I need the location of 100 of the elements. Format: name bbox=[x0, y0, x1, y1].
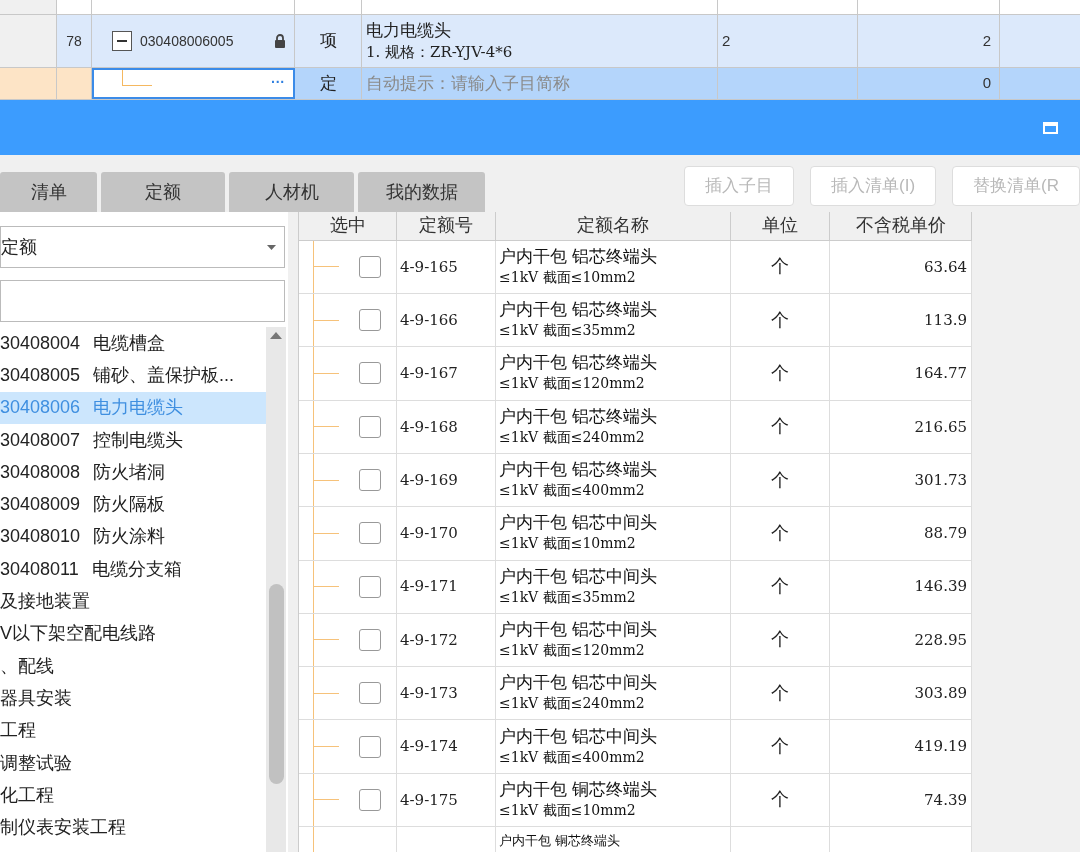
select-checkbox[interactable] bbox=[359, 415, 381, 438]
item-spec: 1. 规格：ZR-YJV-4*6 bbox=[366, 42, 514, 62]
tree-item[interactable]: 30408008 防火堵洞 bbox=[0, 456, 266, 489]
tree-item-code: 30408006 bbox=[0, 396, 81, 420]
select-checkbox[interactable] bbox=[359, 362, 381, 385]
quota-name: 户内干包 铝芯中间头 bbox=[499, 513, 658, 534]
unit-label: 个 bbox=[771, 681, 789, 705]
quota-name: 户内干包 铝芯终端头 bbox=[499, 246, 658, 267]
total-value: 0 bbox=[982, 73, 991, 94]
quota-code: 4-9-166 bbox=[400, 309, 458, 331]
type-label: 定 bbox=[319, 72, 337, 95]
unit-label: 个 bbox=[771, 735, 789, 759]
quota-code: 4-9-175 bbox=[400, 789, 458, 811]
price-value: 419.19 bbox=[914, 736, 967, 758]
select-checkbox[interactable] bbox=[359, 309, 381, 332]
price-value: 63.64 bbox=[924, 256, 967, 278]
price-value: 301.73 bbox=[914, 469, 967, 491]
tree-item[interactable]: 30408005 铺砂、盖保护板... bbox=[0, 359, 266, 392]
select-checkbox[interactable] bbox=[359, 682, 381, 705]
tree-item[interactable]: 器具安装 bbox=[0, 682, 266, 715]
tree-item[interactable]: 30408009 防火隔板 bbox=[0, 488, 266, 521]
quota-spec: ≤1kV 截面≤35mm2 bbox=[499, 321, 637, 341]
tree-item-code: 30408007 bbox=[0, 428, 81, 452]
tree-item[interactable]: 制仪表安装工程 bbox=[0, 811, 266, 844]
tab[interactable]: 定额 bbox=[101, 172, 225, 212]
tree-item-name: 化工程 bbox=[0, 783, 54, 807]
select-checkbox[interactable] bbox=[359, 735, 381, 758]
tree-item[interactable]: 化工程 bbox=[0, 779, 266, 812]
search-field[interactable] bbox=[0, 280, 285, 322]
tree-item-code: 30408004 bbox=[0, 331, 81, 355]
code-input-field[interactable]: ··· bbox=[92, 68, 295, 99]
quota-code: 4-9-165 bbox=[400, 256, 458, 278]
column-header[interactable]: 单位 bbox=[731, 212, 830, 240]
quota-code: 4-9-169 bbox=[400, 469, 458, 491]
quota-spec: ≤1kV 截面≤35mm2 bbox=[499, 587, 637, 607]
quota-spec: ≤1kV 截面≤400mm2 bbox=[499, 481, 646, 501]
select-checkbox[interactable] bbox=[359, 628, 381, 651]
quota-spec: ≤1kV 截面≤400mm2 bbox=[499, 747, 646, 767]
caret-icon bbox=[267, 244, 276, 250]
quota-spec: ≤1kV 截面≤240mm2 bbox=[499, 427, 646, 447]
scroll-up-icon[interactable] bbox=[270, 332, 282, 339]
tree-item[interactable]: 30408004 电缆槽盒 bbox=[0, 327, 266, 360]
tab[interactable]: 清单 bbox=[0, 172, 97, 212]
price-value: 164.77 bbox=[914, 363, 967, 385]
quota-code: 4-9-170 bbox=[400, 523, 458, 545]
select-checkbox[interactable] bbox=[359, 522, 381, 545]
column-header[interactable]: 定额名称 bbox=[496, 212, 731, 240]
tree-item-code: 30408008 bbox=[0, 460, 81, 484]
select-checkbox[interactable] bbox=[359, 575, 381, 598]
quota-spec: ≤1kV 截面≤10mm2 bbox=[499, 534, 637, 554]
tree-item-name: 电缆分支箱 bbox=[91, 557, 182, 581]
unit-label: 个 bbox=[771, 575, 789, 599]
quota-name: 户内干包 铜芯终端头 bbox=[499, 833, 620, 848]
quota-name: 户内干包 铝芯终端头 bbox=[499, 353, 658, 374]
select-checkbox[interactable] bbox=[359, 469, 381, 492]
quota-name: 户内干包 铝芯中间头 bbox=[499, 566, 658, 587]
tree-item[interactable]: V以下架空配电线路 bbox=[0, 617, 266, 650]
tree-item[interactable]: 工程 bbox=[0, 714, 266, 747]
tab[interactable]: 人材机 bbox=[229, 172, 354, 212]
tree-item-name: 及接地装置 bbox=[0, 590, 90, 613]
quota-code: 4-9-167 bbox=[400, 363, 458, 385]
tree-item[interactable]: 30408010 防火涂料 bbox=[0, 520, 266, 554]
more-button[interactable]: ··· bbox=[271, 72, 285, 93]
tree-item[interactable]: 调整试验 bbox=[0, 746, 266, 780]
quota-name: 户内干包 铝芯终端头 bbox=[499, 406, 658, 427]
unit-label: 个 bbox=[771, 468, 789, 492]
quota-spec: ≤1kV 截面≤10mm2 bbox=[499, 267, 637, 287]
tree-item-name: 、配线 bbox=[0, 654, 54, 678]
tree-item-name: 防火堵洞 bbox=[93, 460, 166, 484]
unit-label: 个 bbox=[771, 361, 789, 385]
tree-item-name: 制仪表安装工程 bbox=[0, 816, 126, 840]
quota-name: 户内干包 铝芯终端头 bbox=[499, 460, 658, 481]
price-value: 228.95 bbox=[914, 629, 967, 651]
restore-icon[interactable] bbox=[1043, 121, 1058, 134]
tree-item[interactable]: 、配线 bbox=[0, 649, 266, 683]
unit-label: 个 bbox=[771, 788, 789, 812]
tree-item-name: 防火涂料 bbox=[93, 525, 166, 549]
quota-code: 4-9-174 bbox=[400, 736, 458, 758]
price-value: 113.9 bbox=[924, 309, 967, 331]
scrollbar[interactable] bbox=[266, 327, 286, 852]
tree-item[interactable]: 30408011 电缆分支箱 bbox=[0, 553, 266, 586]
select-checkbox[interactable] bbox=[359, 255, 381, 278]
dropdown-value: 定额 bbox=[1, 235, 37, 259]
tree-item[interactable]: 及接地装置 bbox=[0, 585, 266, 618]
quota-spec: ≤1kV 截面≤120mm2 bbox=[499, 374, 646, 394]
library-dropdown[interactable]: 定额 bbox=[0, 226, 285, 268]
quota-name: 户内干包 铝芯中间头 bbox=[499, 619, 658, 640]
tree-item[interactable]: 30408007 控制电缆头 bbox=[0, 423, 266, 457]
item-code: 030408006005 bbox=[140, 32, 235, 50]
collapse-icon[interactable] bbox=[112, 31, 132, 51]
quota-name: 户内干包 铝芯中间头 bbox=[499, 726, 658, 747]
quantity-value: 2 bbox=[722, 30, 731, 51]
quota-spec: ≤1kV 截面≤10mm2 bbox=[499, 800, 637, 820]
column-header[interactable]: 选中 bbox=[299, 212, 397, 240]
column-header[interactable]: 定额号 bbox=[397, 212, 496, 240]
quota-name: 户内干包 铝芯中间头 bbox=[499, 673, 658, 694]
unit-label: 个 bbox=[771, 308, 789, 332]
scroll-thumb[interactable] bbox=[268, 584, 284, 784]
select-checkbox[interactable] bbox=[359, 788, 381, 811]
tab[interactable]: 我的数据 bbox=[358, 172, 485, 212]
